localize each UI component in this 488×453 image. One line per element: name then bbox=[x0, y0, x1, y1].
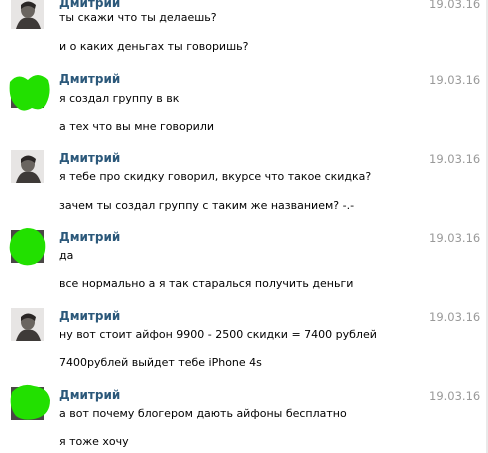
photo-avatar-icon bbox=[11, 0, 44, 29]
message-text: я тебе про скидку говорил, вкурсе что та… bbox=[59, 170, 372, 183]
author-name[interactable]: Дмитрий bbox=[59, 0, 120, 10]
avatar[interactable] bbox=[11, 308, 44, 341]
redacted-avatar-icon bbox=[10, 384, 51, 420]
message-text: а вот почему блогером дають айфоны беспл… bbox=[59, 407, 347, 420]
message-date[interactable]: 19.03.16 bbox=[429, 73, 480, 87]
photo-avatar-icon bbox=[11, 308, 44, 341]
author-name[interactable]: Дмитрий bbox=[59, 230, 120, 244]
redacted-avatar-icon bbox=[9, 75, 50, 111]
avatar[interactable] bbox=[8, 74, 50, 112]
avatar[interactable] bbox=[7, 226, 47, 268]
photo-avatar-icon bbox=[11, 150, 44, 183]
message-date[interactable]: 19.03.16 bbox=[429, 231, 480, 245]
message-date[interactable]: 19.03.16 bbox=[429, 389, 480, 403]
message-date[interactable]: 19.03.16 bbox=[429, 0, 480, 11]
message-text: ты скажи что ты делаешь? bbox=[59, 11, 217, 24]
avatar[interactable] bbox=[11, 150, 44, 183]
message-text: зачем ты создал группу с таким же назван… bbox=[59, 199, 355, 212]
message-text: а тех что вы мне говорили bbox=[59, 120, 215, 133]
author-name[interactable]: Дмитрий bbox=[59, 151, 120, 165]
message-date[interactable]: 19.03.16 bbox=[429, 310, 480, 324]
author-name[interactable]: Дмитрий bbox=[59, 388, 120, 402]
message-text: и о каких деньгах ты говоришь? bbox=[59, 40, 249, 53]
message-text: ну вот стоит айфон 9900 - 2500 скидки = … bbox=[59, 328, 377, 341]
message-text: 7400рублей выйдет тебе iPhone 4s bbox=[59, 356, 262, 369]
message-text: да bbox=[59, 249, 74, 262]
message-text: все нормально а я так старалься получить… bbox=[59, 277, 354, 290]
message-text: я тоже хочу bbox=[59, 435, 129, 448]
avatar[interactable] bbox=[11, 0, 44, 29]
message-date[interactable]: 19.03.16 bbox=[429, 152, 480, 166]
avatar[interactable] bbox=[8, 382, 52, 422]
author-name[interactable]: Дмитрий bbox=[59, 72, 120, 86]
author-name[interactable]: Дмитрий bbox=[59, 309, 120, 323]
redacted-avatar-icon bbox=[9, 228, 46, 266]
message-text: я создал группу в вк bbox=[59, 92, 180, 105]
